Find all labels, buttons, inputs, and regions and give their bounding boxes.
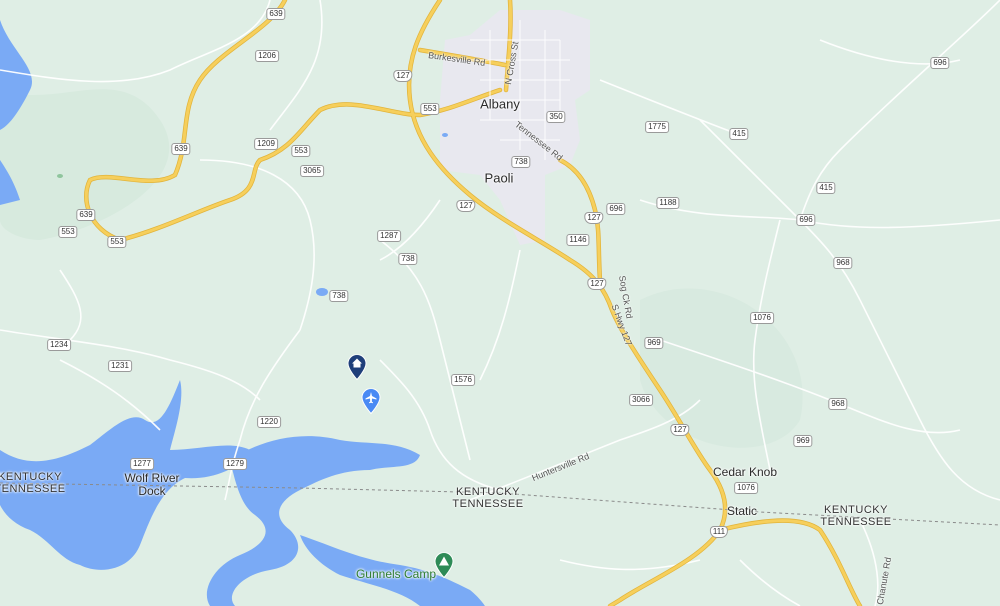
route-shield: 639 [76, 209, 96, 221]
state-label-right: KENTUCKY TENNESSEE [820, 504, 892, 528]
route-shield: 553 [420, 103, 440, 115]
route-shield: 350 [546, 111, 566, 123]
route-shield: 127 [584, 212, 604, 224]
route-shield: 968 [833, 257, 853, 269]
state-label-left: KENTUCKY TENNESSEE [0, 471, 66, 495]
route-shield: 1146 [566, 234, 590, 246]
route-shield: 1076 [734, 482, 758, 494]
route-shield: 1234 [47, 339, 71, 351]
state-label-center: KENTUCKY TENNESSEE [452, 486, 524, 510]
place-cedar-knob[interactable]: Cedar Knob [713, 465, 777, 479]
route-shield: 1220 [257, 416, 281, 428]
place-paoli[interactable]: Paoli [485, 171, 514, 186]
route-shield: 1576 [451, 374, 475, 386]
place-albany[interactable]: Albany [480, 97, 520, 112]
route-shield: 696 [930, 57, 950, 69]
route-shield: 696 [796, 214, 816, 226]
route-shield: 3066 [629, 394, 653, 406]
route-shield: 1076 [750, 312, 774, 324]
airport-icon[interactable] [361, 388, 381, 420]
route-shield: 738 [329, 290, 349, 302]
route-shield: 553 [58, 226, 78, 238]
route-shield: 127 [456, 200, 476, 212]
route-shield: 1775 [645, 121, 669, 133]
place-wolf-river-dock[interactable]: Wolf River Dock [124, 472, 179, 498]
route-shield: 1277 [130, 458, 154, 470]
route-shield: 1209 [254, 138, 278, 150]
route-shield: 969 [644, 337, 664, 349]
place-static[interactable]: Static [727, 504, 757, 518]
route-shield: 127 [587, 278, 607, 290]
route-shield: 1279 [223, 458, 247, 470]
map-canvas[interactable]: Albany Paoli Cedar Knob Static Wolf Rive… [0, 0, 1000, 606]
place-gunnels-camp[interactable]: Gunnels Camp [356, 567, 436, 581]
route-shield: 1231 [108, 360, 132, 372]
route-shield: 553 [107, 236, 127, 248]
route-shield: 969 [793, 435, 813, 447]
route-shield: 415 [729, 128, 749, 140]
route-shield: 639 [171, 143, 191, 155]
route-shield: 415 [816, 182, 836, 194]
route-shield: 968 [828, 398, 848, 410]
route-shield: 738 [398, 253, 418, 265]
home-pin-icon[interactable] [347, 354, 367, 386]
route-shield: 696 [606, 203, 626, 215]
campground-icon[interactable] [434, 552, 454, 584]
route-shield: 553 [291, 145, 311, 157]
route-shield: 1188 [656, 197, 680, 209]
route-shield: 111 [709, 526, 729, 538]
route-shield: 127 [393, 70, 413, 82]
route-shield: 3065 [300, 165, 324, 177]
route-shield: 1206 [255, 50, 279, 62]
route-shield: 738 [511, 156, 531, 168]
route-shield: 1287 [377, 230, 401, 242]
route-shield: 639 [266, 8, 286, 20]
route-shield: 127 [670, 424, 690, 436]
